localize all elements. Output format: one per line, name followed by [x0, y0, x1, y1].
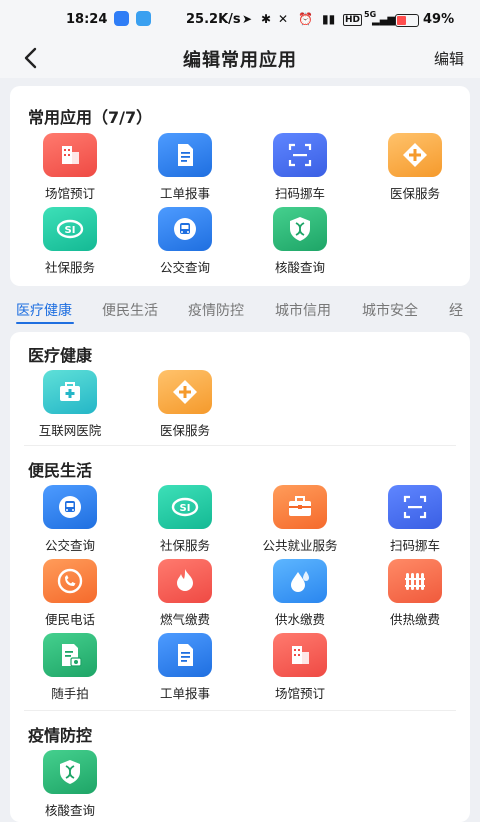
tab-medical[interactable]: 医疗健康 — [16, 300, 72, 320]
tab-more[interactable]: 经 — [449, 300, 463, 320]
document-icon — [158, 133, 212, 177]
divider — [24, 710, 456, 711]
app-label: 供热缴费 — [389, 612, 440, 627]
app-scan-move-car[interactable]: 扫码挪车 — [246, 133, 354, 202]
app-label: 场馆预订 — [274, 686, 325, 701]
battery-level — [397, 16, 406, 25]
status-bar: 18:24 25.2K/s ➤ ✱ ✕ ⏰ ▮▮ HD 5G ▂▄▆ 49% — [0, 0, 480, 40]
app-label: 燃气缴费 — [159, 612, 210, 627]
social-security-icon: SI — [158, 485, 212, 529]
battery-icon — [395, 14, 419, 27]
cell-signal-icon: ▂▄▆ — [372, 15, 396, 26]
app-label: 核酸查询 — [274, 260, 325, 275]
app-water-payment[interactable]: 供水缴费 — [246, 559, 354, 628]
app-internet-hospital[interactable]: 互联网医院 — [16, 370, 124, 439]
scan-icon — [273, 133, 327, 177]
app-label: 社保服务 — [44, 260, 95, 275]
cloud-icon — [136, 11, 151, 26]
scan-icon — [388, 485, 442, 529]
divider — [24, 445, 456, 446]
app-label: 场馆预订 — [44, 186, 95, 201]
camera-report-icon — [43, 633, 97, 677]
app-snapshot-report[interactable]: 随手拍 — [16, 633, 124, 702]
app-medical-insurance[interactable]: 医保服务 — [361, 133, 469, 202]
app-label: 医保服务 — [159, 423, 210, 438]
category-tabs: 医疗健康 便民生活 疫情防控 城市信用 城市安全 经 — [0, 296, 480, 326]
svg-text:SI: SI — [65, 225, 76, 236]
edit-button[interactable]: 编辑 — [434, 48, 464, 69]
app-gas-payment[interactable]: 燃气缴费 — [131, 559, 239, 628]
mute-icon: ✕ — [278, 12, 289, 26]
categories-card: 医疗健康 互联网医院 医保服务 便民生活 公交查询 SI 社保服务 公共就业服务… — [10, 332, 470, 822]
location-icon: ➤ — [242, 12, 253, 26]
app-label: 便民电话 — [44, 612, 95, 627]
navigation-bar: 编辑常用应用 编辑 — [0, 40, 480, 78]
medical-plus-icon — [158, 370, 212, 414]
section-title-living: 便民生活 — [28, 461, 93, 480]
app-heating-payment[interactable]: 供热缴费 — [361, 559, 469, 628]
bluetooth-icon: ✱ — [261, 12, 272, 26]
flame-icon — [158, 559, 212, 603]
app-label: 工单报事 — [159, 686, 210, 701]
app-service-phone[interactable]: 便民电话 — [16, 559, 124, 628]
app-bus-query[interactable]: 公交查询 — [131, 207, 239, 276]
tab-epidemic[interactable]: 疫情防控 — [188, 300, 244, 320]
app-bus-query[interactable]: 公交查询 — [16, 485, 124, 554]
medical-kit-icon — [43, 370, 97, 414]
tab-safety[interactable]: 城市安全 — [362, 300, 418, 320]
notification-icon — [114, 11, 129, 26]
signal-icon: ▮▮ — [322, 12, 336, 26]
briefcase-icon — [273, 485, 327, 529]
status-time: 18:24 — [66, 12, 108, 27]
document-icon — [158, 633, 212, 677]
battery-percent: 49% — [423, 12, 455, 27]
water-drop-icon — [273, 559, 327, 603]
network-speed: 25.2K/s — [186, 12, 241, 27]
app-venue-booking[interactable]: 场馆预订 — [246, 633, 354, 702]
app-venue-booking[interactable]: 场馆预订 — [16, 133, 124, 202]
app-nucleic-query[interactable]: 核酸查询 — [16, 750, 124, 819]
favorites-title: 常用应用（7/7） — [28, 108, 153, 127]
section-title-medical: 医疗健康 — [28, 346, 93, 365]
section-title-epidemic: 疫情防控 — [28, 726, 93, 745]
app-nucleic-query[interactable]: 核酸查询 — [246, 207, 354, 276]
hd-icon: HD — [343, 14, 363, 26]
building-icon — [273, 633, 327, 677]
bus-icon — [158, 207, 212, 251]
active-tab-indicator — [16, 322, 74, 324]
app-work-order[interactable]: 工单报事 — [131, 633, 239, 702]
tab-living[interactable]: 便民生活 — [102, 300, 158, 320]
app-label: 公交查询 — [159, 260, 210, 275]
app-label: 供水缴费 — [274, 612, 325, 627]
radiator-icon — [388, 559, 442, 603]
svg-text:SI: SI — [180, 503, 191, 514]
dna-icon — [273, 207, 327, 251]
app-social-security[interactable]: SI 社保服务 — [131, 485, 239, 554]
tab-credit[interactable]: 城市信用 — [275, 300, 331, 320]
app-public-employment[interactable]: 公共就业服务 — [246, 485, 354, 554]
app-label: 社保服务 — [159, 538, 210, 553]
app-label: 互联网医院 — [38, 423, 102, 438]
app-scan-move-car[interactable]: 扫码挪车 — [361, 485, 469, 554]
app-label: 医保服务 — [389, 186, 440, 201]
medical-plus-icon — [388, 133, 442, 177]
favorites-card: 常用应用（7/7） 场馆预订 工单报事 扫码挪车 医保服务 SI 社保服务 公交… — [10, 86, 470, 286]
app-label: 随手拍 — [51, 686, 89, 701]
app-label: 公交查询 — [44, 538, 95, 553]
social-security-icon: SI — [43, 207, 97, 251]
app-work-order[interactable]: 工单报事 — [131, 133, 239, 202]
app-label: 扫码挪车 — [389, 538, 440, 553]
app-social-security[interactable]: SI 社保服务 — [16, 207, 124, 276]
alarm-icon: ⏰ — [298, 12, 313, 26]
dna-icon — [43, 750, 97, 794]
app-label: 扫码挪车 — [274, 186, 325, 201]
phone-icon — [43, 559, 97, 603]
app-label: 工单报事 — [159, 186, 210, 201]
bus-icon — [43, 485, 97, 529]
app-medical-insurance[interactable]: 医保服务 — [131, 370, 239, 439]
building-icon — [43, 133, 97, 177]
page-title: 编辑常用应用 — [183, 50, 297, 71]
app-label: 公共就业服务 — [262, 538, 338, 553]
